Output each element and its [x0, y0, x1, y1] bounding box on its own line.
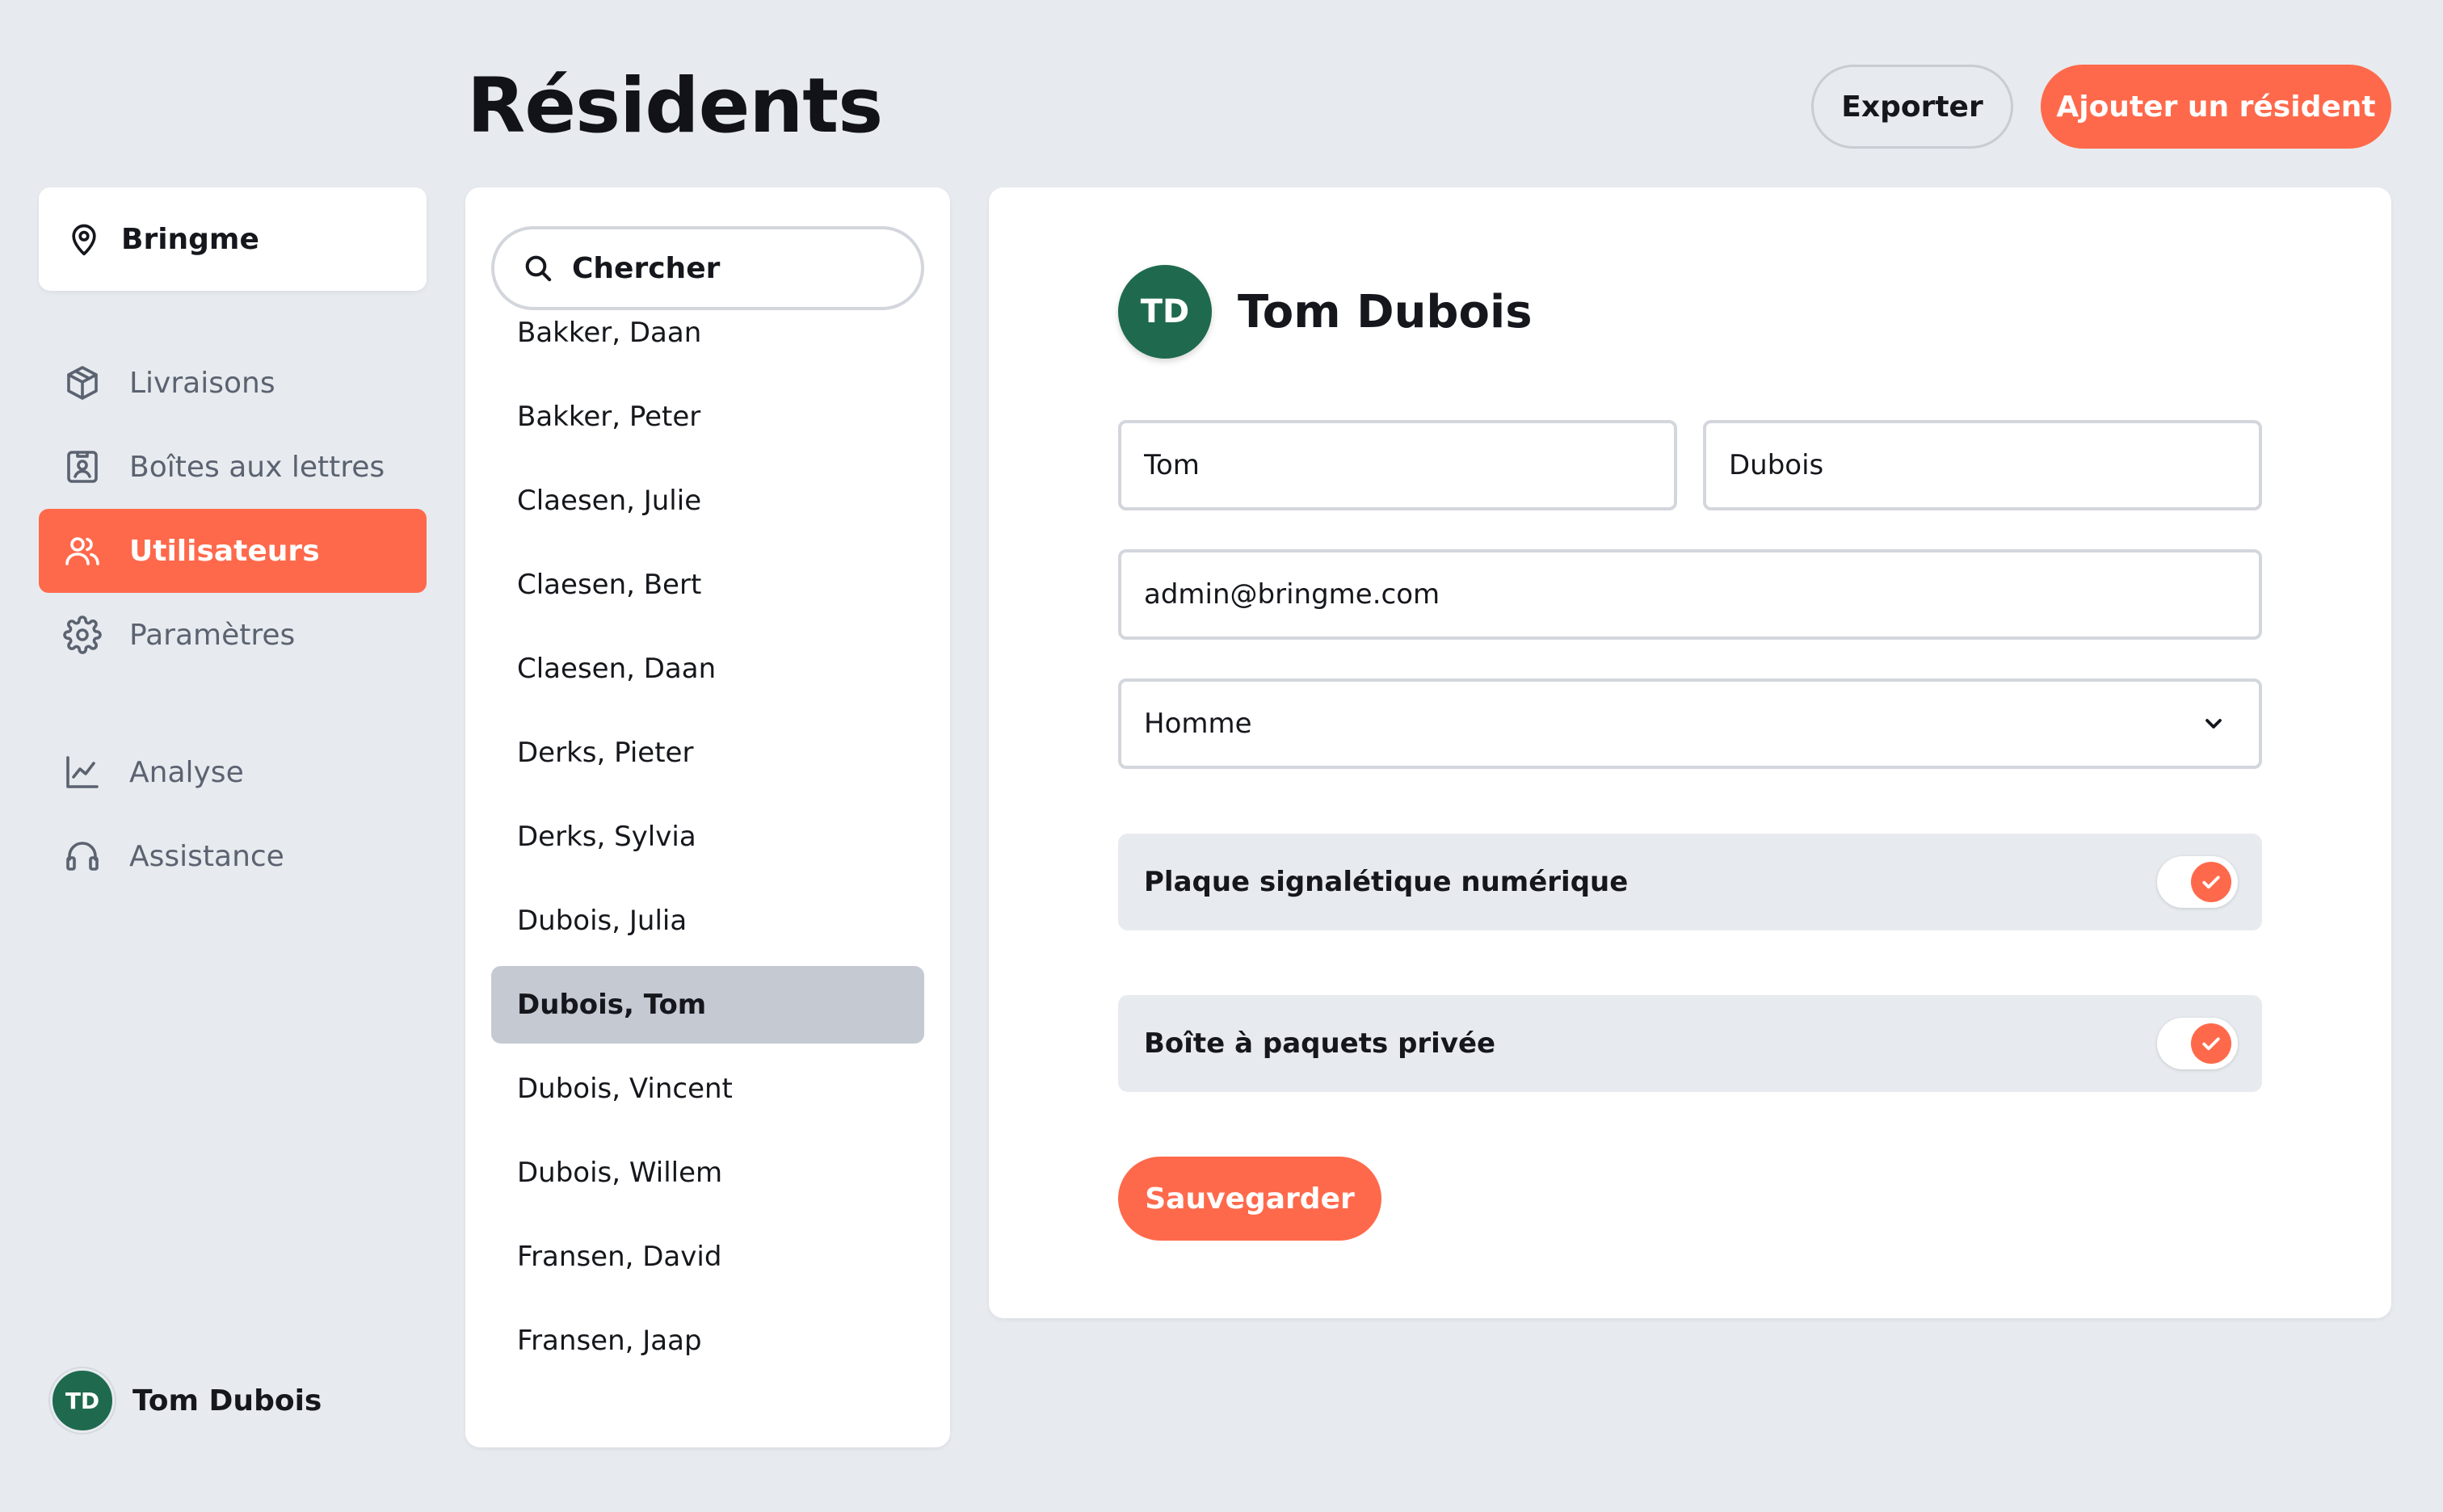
sidebar-item-label: Paramètres [129, 618, 296, 652]
mailbox-icon [63, 447, 102, 486]
list-item[interactable]: Fransen, Jaap [491, 1302, 924, 1380]
gender-value: Homme [1144, 708, 1252, 740]
package-icon [63, 363, 102, 402]
private-parcel-box-toggle[interactable] [2157, 1018, 2238, 1069]
sidebar-item-label: Boîtes aux lettres [129, 450, 385, 484]
sidebar-item-assistance[interactable]: Assistance [39, 814, 427, 898]
list-item[interactable]: Fransen, David [491, 1218, 924, 1296]
list-item[interactable]: Derks, Sylvia [491, 798, 924, 876]
location-pin-icon [66, 221, 102, 257]
sidebar-item-livraisons[interactable]: Livraisons [39, 341, 427, 425]
export-button[interactable]: Exporter [1811, 65, 2013, 149]
last-name-field[interactable] [1703, 420, 2262, 510]
sidebar-item-parametres[interactable]: Paramètres [39, 593, 427, 677]
list-item[interactable]: Bakker, Peter [491, 378, 924, 456]
headset-icon [63, 837, 102, 876]
current-user-name: Tom Dubois [132, 1384, 322, 1418]
list-item[interactable]: Dubois, Vincent [491, 1050, 924, 1128]
org-selector[interactable]: Bringme [39, 187, 427, 291]
sidebar-item-label: Analyse [129, 755, 244, 789]
toggle-row-private-parcel-box: Boîte à paquets privée [1118, 995, 2262, 1092]
resident-name: Tom Dubois [1238, 285, 1533, 338]
toggle-label: Plaque signalétique numérique [1144, 866, 1629, 898]
search-icon [522, 252, 554, 284]
gender-select[interactable]: Homme [1118, 678, 2262, 769]
sidebar-item-label: Assistance [129, 839, 284, 873]
save-button[interactable]: Sauvegarder [1118, 1157, 1381, 1241]
org-name: Bringme [121, 222, 259, 256]
list-item[interactable]: Claesen, Julie [491, 462, 924, 540]
avatar: TD [50, 1368, 115, 1433]
list-item[interactable]: Dubois, Julia [491, 882, 924, 960]
email-field[interactable] [1118, 549, 2262, 640]
resident-list-panel: Bakker, Daan Bakker, Peter Claesen, Juli… [465, 187, 950, 1447]
first-name-input[interactable] [1144, 449, 1674, 481]
digital-nameplate-toggle[interactable] [2157, 856, 2238, 908]
users-icon [63, 531, 102, 570]
avatar: TD [1118, 265, 1212, 359]
list-item[interactable]: Derks, Pieter [491, 714, 924, 792]
search-input[interactable] [572, 251, 911, 285]
resident-header: TD Tom Dubois [1118, 265, 1533, 359]
chevron-down-icon [2201, 711, 2226, 737]
add-resident-button[interactable]: Ajouter un résident [2041, 65, 2391, 149]
list-item[interactable]: Claesen, Daan [491, 630, 924, 708]
resident-detail-panel: TD Tom Dubois Homme Plaque signalétique … [989, 187, 2391, 1318]
sidebar-item-boites[interactable]: Boîtes aux lettres [39, 425, 427, 509]
sidebar-item-utilisateurs[interactable]: Utilisateurs [39, 509, 427, 593]
page-title: Résidents [467, 62, 883, 150]
toggle-row-digital-nameplate: Plaque signalétique numérique [1118, 834, 2262, 930]
chart-icon [63, 753, 102, 792]
app-root: Résidents Exporter Ajouter un résident B… [0, 0, 2443, 1512]
list-item[interactable]: Bakker, Daan [491, 294, 924, 372]
list-item-selected[interactable]: Dubois, Tom [491, 966, 924, 1044]
check-icon [2191, 1023, 2231, 1064]
last-name-input[interactable] [1729, 449, 2259, 481]
gear-icon [63, 615, 102, 654]
list-item[interactable]: Dubois, Willem [491, 1134, 924, 1212]
current-user[interactable]: TD Tom Dubois [50, 1368, 322, 1433]
check-icon [2191, 862, 2231, 902]
email-input[interactable] [1144, 578, 2259, 611]
list-item[interactable]: Claesen, Bert [491, 546, 924, 624]
sidebar-item-analyse[interactable]: Analyse [39, 730, 427, 814]
first-name-field[interactable] [1118, 420, 1677, 510]
sidebar-item-label: Livraisons [129, 366, 275, 400]
toggle-label: Boîte à paquets privée [1144, 1027, 1496, 1060]
sidebar-item-label: Utilisateurs [129, 534, 320, 568]
